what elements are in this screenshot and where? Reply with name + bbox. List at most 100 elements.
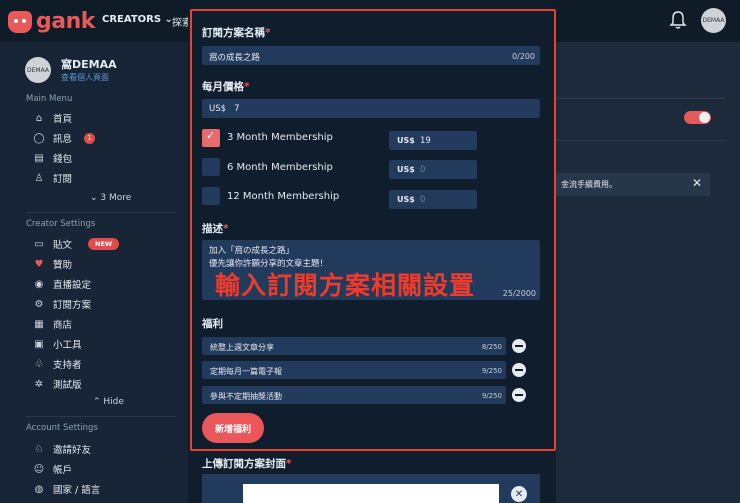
cover-image-preview xyxy=(243,484,499,503)
post-icon: ▭ xyxy=(34,238,44,250)
benefit-text: 參與不定期抽獎活動 xyxy=(210,392,282,401)
annotation-caption: 輸入訂閱方案相關設置 xyxy=(215,271,476,300)
add-benefit-button[interactable]: 新增福利 xyxy=(202,413,264,443)
benefit-input-1[interactable]: 統整上週文章分享 8/250 xyxy=(202,337,506,355)
gank-logo[interactable]: gank xyxy=(8,9,95,34)
benefit-input-3[interactable]: 參與不定期抽獎活動 9/250 xyxy=(202,386,506,404)
notice-text: 金流手續費用。 xyxy=(561,180,617,189)
sidebar-item-supporters[interactable]: ♧ 支持者 xyxy=(33,357,82,372)
remove-cover-icon[interactable]: ✕ xyxy=(511,486,527,502)
benefit-text: 定期每月一篇電子報 xyxy=(210,367,282,376)
remove-benefit-1-icon[interactable] xyxy=(512,339,526,353)
remove-benefit-2-icon[interactable] xyxy=(512,363,526,377)
required-mark: * xyxy=(244,81,250,93)
sidebar-item-subscription-plans[interactable]: ⚙ 訂閱方案 xyxy=(33,297,92,312)
sidebar-item-label: 直播設定 xyxy=(53,280,92,291)
sidebar-item-posts[interactable]: ▭ 貼文 NEW xyxy=(33,237,120,251)
store-icon: ▦ xyxy=(34,318,44,330)
sidebar-avatar[interactable]: DEMAA xyxy=(25,57,51,83)
sidebar-item-home[interactable]: ⌂ 首頁 xyxy=(33,111,73,126)
sidebar-item-subscriptions[interactable]: ♙ 訂閱 xyxy=(33,171,73,186)
close-icon[interactable]: ✕ xyxy=(692,176,702,190)
plan-name-value: 窩の成長之路 xyxy=(209,53,261,63)
upload-cover-label-text: 上傳訂閱方案封面 xyxy=(202,458,286,470)
membership-6-month-price-input[interactable]: US$ 0 xyxy=(389,160,477,179)
monthly-price-label: 每月價格* xyxy=(202,79,250,94)
description-label-text: 描述 xyxy=(202,223,223,235)
show-more-button[interactable]: ⌄ 3 More xyxy=(90,193,131,203)
account-settings-title: Account Settings xyxy=(26,423,98,433)
sidebar-item-wallet[interactable]: ▤ 錢包 xyxy=(33,151,73,166)
sidebar-item-label: 國家 / 語言 xyxy=(53,485,101,496)
membership-6-month-checkbox[interactable] xyxy=(202,158,220,176)
membership-3-month-checkbox[interactable] xyxy=(202,129,220,147)
hide-label: Hide xyxy=(103,397,124,407)
beta-icon: ✲ xyxy=(34,378,44,390)
cover-upload-area[interactable]: ✕ xyxy=(202,474,540,503)
required-mark: * xyxy=(223,223,229,235)
sidebar: DEMAA 窩DEMAA 查看個人頁面 Main Menu ⌂ 首頁 ◯ 訊息 1 ▤… xyxy=(0,42,188,503)
sidebar-item-label: 首頁 xyxy=(53,114,73,125)
home-icon: ⌂ xyxy=(35,112,43,124)
sidebar-item-stream-settings[interactable]: ◉ 直播設定 xyxy=(33,277,92,292)
invite-icon: ♘ xyxy=(34,443,44,455)
sidebar-item-label: 贊助 xyxy=(53,260,73,271)
sidebar-item-store[interactable]: ▦ 商店 xyxy=(33,317,72,332)
sidebar-item-account[interactable]: ☺ 帳戶 xyxy=(33,462,73,477)
sidebar-item-label: 貼文 xyxy=(53,240,73,251)
heart-icon: ♥ xyxy=(34,258,44,270)
nav-creators-menu[interactable]: CREATORS ⌄ xyxy=(102,14,173,25)
plan-name-label-text: 訂閱方案名稱 xyxy=(202,27,265,39)
red-panda-logo-icon xyxy=(8,10,32,33)
sidebar-divider xyxy=(26,212,176,213)
sidebar-item-widgets[interactable]: ▣ 小工具 xyxy=(33,337,82,352)
sidebar-item-label: 帳戶 xyxy=(53,465,73,476)
sidebar-item-beta[interactable]: ✲ 測試版 xyxy=(33,377,82,392)
new-badge: NEW xyxy=(88,238,120,250)
sidebar-item-label: 錢包 xyxy=(53,154,73,165)
hide-button[interactable]: ⌃ Hide xyxy=(93,397,124,407)
view-profile-link[interactable]: 查看個人頁面 xyxy=(61,72,109,83)
benefit-input-2[interactable]: 定期每月一篇電子報 9/250 xyxy=(202,361,506,379)
monthly-price-label-text: 每月價格 xyxy=(202,81,244,93)
logo-text: gank xyxy=(36,9,95,34)
wallet-icon: ▤ xyxy=(34,152,44,164)
user-avatar[interactable]: DEMAA xyxy=(701,8,726,33)
plan-name-input[interactable]: 窩の成長之路 0/200 xyxy=(202,46,540,65)
content-divider xyxy=(556,98,726,99)
content-divider xyxy=(556,140,726,141)
description-label: 描述* xyxy=(202,221,229,236)
sidebar-item-invite-friends[interactable]: ♘ 邀請好友 xyxy=(33,442,92,457)
bell-icon[interactable] xyxy=(669,10,687,30)
sidebar-item-label: 小工具 xyxy=(53,340,82,351)
settings-toggle[interactable] xyxy=(684,111,711,124)
remove-benefit-3-icon[interactable] xyxy=(512,388,526,402)
upload-cover-label: 上傳訂閱方案封面* xyxy=(202,456,292,471)
sidebar-item-messages[interactable]: ◯ 訊息 1 xyxy=(33,131,96,145)
account-icon: ☺ xyxy=(33,463,45,475)
sidebar-item-donations[interactable]: ♥ 贊助 xyxy=(33,257,73,272)
monthly-price-input[interactable]: US$ 7 xyxy=(202,99,540,118)
widgets-icon: ▣ xyxy=(34,338,44,350)
benefit-count: 9/250 xyxy=(481,392,502,400)
chevron-up-icon: ⌃ xyxy=(93,397,104,407)
price-value: 19 xyxy=(420,136,431,146)
sidebar-item-country-language[interactable]: ◍ 國家 / 語言 xyxy=(33,482,101,497)
sidebar-item-label: 測試版 xyxy=(53,380,82,391)
globe-icon: ◍ xyxy=(34,483,44,495)
fee-notice: 金流手續費用。 ✕ xyxy=(556,173,710,196)
monthly-price-value: US$ 7 xyxy=(209,104,240,114)
avatar-text: DEMAA xyxy=(702,17,725,24)
membership-12-month-price-input[interactable]: US$ 0 xyxy=(389,190,477,209)
price-value: 0 xyxy=(420,165,426,175)
creator-settings-title: Creator Settings xyxy=(26,219,96,229)
unread-badge: 1 xyxy=(84,132,96,144)
membership-12-month-checkbox[interactable] xyxy=(202,187,220,205)
broadcast-icon: ◉ xyxy=(34,278,44,290)
show-more-label: 3 More xyxy=(100,193,132,203)
description-line-1: 加入「窩の成長之路」 xyxy=(209,246,295,256)
sidebar-item-label: 邀請好友 xyxy=(53,445,92,456)
benefit-count: 9/250 xyxy=(481,367,502,375)
membership-3-month-price-input[interactable]: US$ 19 xyxy=(389,131,477,150)
sidebar-item-label: 訂閱 xyxy=(53,174,73,185)
